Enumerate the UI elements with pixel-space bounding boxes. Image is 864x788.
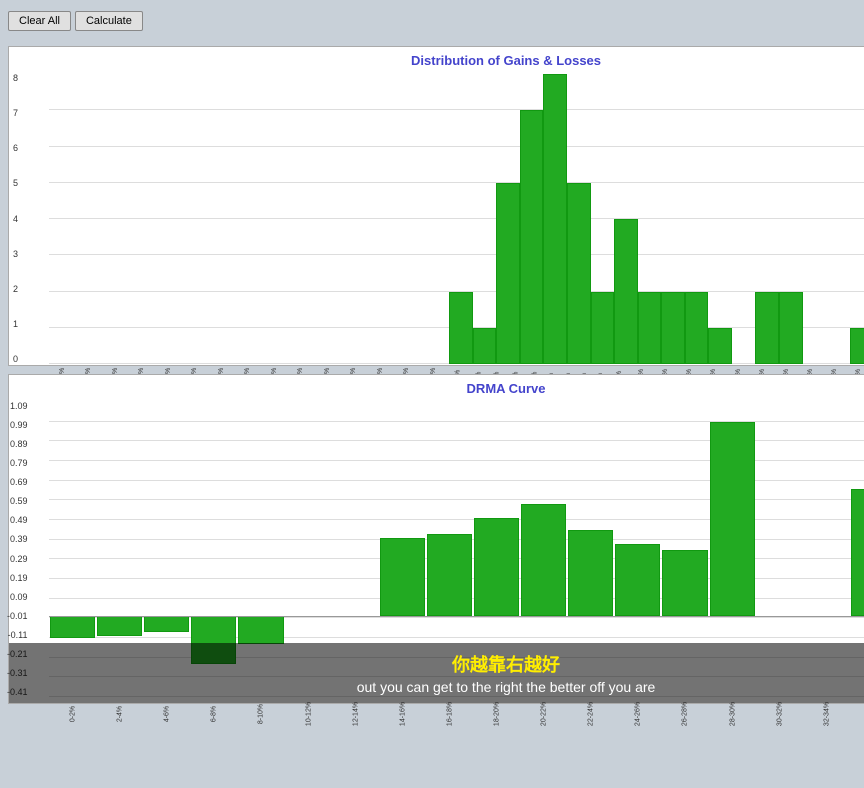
histogram-bar-col [543,74,567,364]
histogram-bar-col [661,74,685,364]
drma-bar [238,616,283,644]
histogram-bar-col [214,74,238,364]
drma-bar [50,616,95,638]
histogram-bar [685,292,709,365]
drma-bar [615,544,660,617]
histogram-bar-col [332,74,356,364]
drma-bar [851,489,864,617]
drma-bar [710,422,755,617]
drma-bar [662,550,707,617]
histogram-bar-col [379,74,403,364]
histogram-bar-col [96,74,120,364]
drma-bar [427,534,472,617]
histogram-bar-col [73,74,97,364]
histogram-bar-col [567,74,591,364]
drma-bar [521,504,566,616]
drma-x-axis: 0-2%2-4%4-6%6-8%8-10%10-12%12-14%14-16%1… [49,699,864,735]
drma-bar [144,616,189,632]
histogram-bar-col [308,74,332,364]
histogram-bar-col [167,74,191,364]
histogram-bar [755,292,779,365]
subtitle-chinese: 你越靠右越好 [13,651,864,677]
histogram-y-axis: 8 7 6 5 4 3 2 1 0 [13,74,18,364]
histogram-bar-col [143,74,167,364]
drma-title: DRMA Curve [9,375,864,398]
histogram-chart-area: 8 7 6 5 4 3 2 1 0 [49,74,864,402]
histogram-bar-col [708,74,732,364]
histogram-bar [449,292,473,365]
drma-bar [568,530,613,617]
histogram-bar-col [850,74,864,364]
histogram-bar-col [120,74,144,364]
histogram-bar-col [755,74,779,364]
drma-zero-line [49,616,864,617]
histogram-bar [850,328,864,364]
calculate-button[interactable]: Calculate [75,11,143,31]
histogram-bar [661,292,685,365]
histogram-bar-col [520,74,544,364]
histogram-bar [614,219,638,364]
drma-bar [474,518,519,616]
histogram-chart: Distribution of Gains & Losses 8 7 6 5 4… [8,46,864,366]
histogram-bar-col [803,74,827,364]
clear-all-button[interactable]: Clear All [8,11,71,31]
histogram-bar [779,292,803,365]
histogram-bar-col [449,74,473,364]
subtitle-english: out you can get to the right the better … [13,679,864,695]
histogram-bar [591,292,615,365]
histogram-bar [543,74,567,364]
histogram-bar [638,292,662,365]
toolbar: Clear All Calculate [0,0,864,42]
histogram-bar-col [638,74,662,364]
histogram-bar [567,183,591,364]
histogram-bar-col [237,74,261,364]
histogram-bar-col [826,74,850,364]
drma-chart: DRMA Curve 1.09 0.99 0.89 0.79 0.69 0.59… [8,374,864,704]
histogram-bar [473,328,497,364]
histogram-bar-col [779,74,803,364]
histogram-bar-col [614,74,638,364]
histogram-bar-col [426,74,450,364]
histogram-bars [49,74,864,364]
histogram-bar-col [591,74,615,364]
histogram-bar-col [49,74,73,364]
histogram-bar-col [190,74,214,364]
histogram-title: Distribution of Gains & Losses [9,47,864,70]
histogram-bar [496,183,520,364]
drma-bar [97,616,142,636]
histogram-bar-col [473,74,497,364]
histogram-bar-col [402,74,426,364]
histogram-bar-col [355,74,379,364]
histogram-bar [520,110,544,364]
subtitle-overlay: 你越靠右越好 out you can get to the right the … [9,643,864,703]
histogram-bar-col [685,74,709,364]
histogram-bar-col [261,74,285,364]
histogram-canvas: 8 7 6 5 4 3 2 1 0 [49,74,864,364]
histogram-bar-col [496,74,520,364]
drma-bar [380,538,425,617]
histogram-bar-col [732,74,756,364]
histogram-bar-col [284,74,308,364]
histogram-bar [708,328,732,364]
